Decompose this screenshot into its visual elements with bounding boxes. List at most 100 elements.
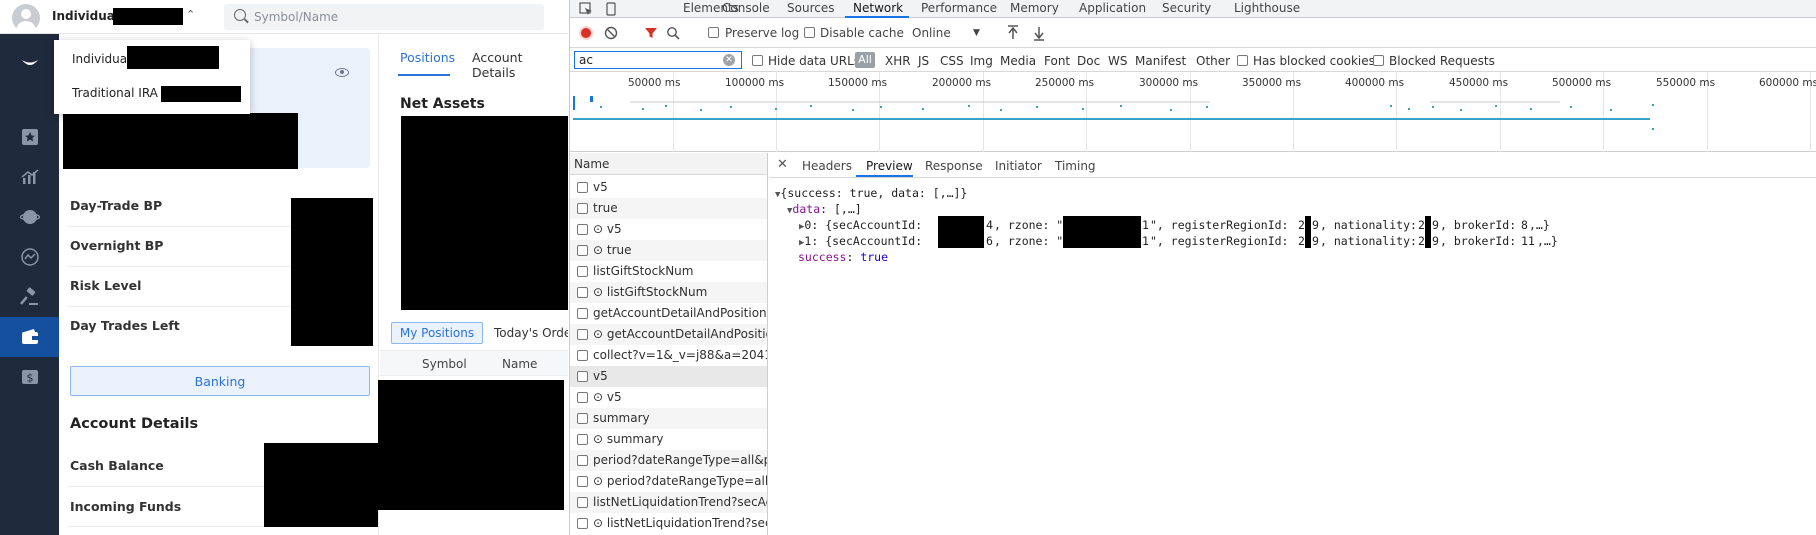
watchlist-star-icon[interactable] — [0, 117, 59, 157]
has-blocked-cookies-checkbox[interactable] — [1237, 55, 1248, 66]
request-row[interactable]: ⊙ summary — [570, 429, 767, 450]
search-input[interactable] — [254, 8, 534, 26]
request-row[interactable]: ⊙ listGiftStockNum — [570, 282, 767, 303]
preview-success-line[interactable]: success: true — [798, 250, 888, 264]
request-row[interactable]: v5 — [570, 177, 767, 198]
request-list: Name v5 true ⊙ v5 ⊙ true listGiftStockNu… — [570, 153, 768, 535]
wallet-icon[interactable] — [0, 317, 59, 357]
filter-type-js[interactable]: JS — [918, 54, 929, 68]
request-row[interactable]: listGiftStockNum — [570, 261, 767, 282]
request-row[interactable]: ⊙ v5 — [570, 219, 767, 240]
request-row[interactable]: ⊙ getAccountDetailAndPosition — [570, 324, 767, 345]
request-row[interactable]: ⊙ listNetLiquidationTrend?sec... — [570, 513, 767, 534]
preview-root: {success: true, data: [,…]} — [780, 186, 968, 200]
filter-type-ws[interactable]: WS — [1108, 54, 1127, 68]
todays-orders-tab[interactable]: Today's Orde — [494, 326, 568, 340]
json-value: true — [860, 250, 889, 264]
inspect-element-icon[interactable] — [579, 2, 593, 16]
devtools-tab-console[interactable]: Console — [722, 1, 770, 15]
banking-button[interactable]: Banking — [70, 366, 370, 396]
markets-chart-icon[interactable] — [0, 157, 59, 197]
disable-cache-checkbox[interactable] — [804, 27, 815, 38]
request-row[interactable]: ⊙ v5 — [570, 387, 767, 408]
detail-tab-timing[interactable]: Timing — [1055, 159, 1096, 173]
network-timeline-overview[interactable]: 50000 ms 100000 ms 150000 ms 200000 ms 2… — [570, 72, 1816, 152]
filter-type-font[interactable]: Font — [1044, 54, 1070, 68]
detail-tab-response[interactable]: Response — [925, 159, 983, 173]
filter-type-other[interactable]: Other — [1196, 54, 1230, 68]
account-option-traditional-ira[interactable]: Traditional IRA — [72, 86, 158, 100]
account-option-individual[interactable]: Individua — [72, 52, 127, 66]
symbol-search[interactable] — [224, 4, 544, 30]
device-toolbar-icon[interactable] — [604, 2, 618, 16]
close-icon[interactable]: ✕ — [777, 157, 788, 172]
filter-type-media[interactable]: Media — [1000, 54, 1036, 68]
devtools-tab-performance[interactable]: Performance — [921, 1, 997, 15]
devtools-tab-sources[interactable]: Sources — [787, 1, 834, 15]
import-har-icon[interactable] — [1006, 25, 1020, 41]
request-name: v5 — [593, 369, 608, 383]
request-row[interactable]: ⊙ true — [570, 240, 767, 261]
preview-data-line[interactable]: ▼data: [,…] — [787, 202, 862, 216]
detail-tab-initiator[interactable]: Initiator — [995, 159, 1042, 173]
request-row[interactable]: listNetLiquidationTrend?secAc... — [570, 492, 767, 513]
hide-data-urls-checkbox[interactable] — [752, 55, 763, 66]
globe-icon[interactable] — [0, 197, 59, 237]
tab-positions[interactable]: Positions — [400, 50, 455, 65]
request-row[interactable]: collect?v=1&_v=j88&a=20419... — [570, 345, 767, 366]
account-name[interactable]: Individual — [52, 9, 119, 23]
auction-gavel-icon[interactable] — [0, 277, 59, 317]
export-har-icon[interactable] — [1032, 25, 1046, 41]
dollar-icon[interactable]: $ — [0, 357, 59, 397]
detail-tab-preview[interactable]: Preview — [866, 159, 913, 173]
filter-type-img[interactable]: Img — [970, 54, 993, 68]
filter-type-manifest[interactable]: Manifest — [1135, 54, 1186, 68]
column-name[interactable]: Name — [502, 357, 537, 371]
positions-table-header: Symbol Name — [380, 350, 568, 376]
throttling-select[interactable]: Online — [912, 26, 951, 40]
request-row[interactable]: ⊙ period?dateRangeType=all... — [570, 471, 768, 492]
filter-icon[interactable] — [644, 26, 658, 40]
filter-input[interactable] — [574, 51, 742, 69]
chevron-up-icon[interactable]: ⌃ — [186, 8, 195, 21]
request-name: ⊙ summary — [593, 432, 664, 446]
json-key: success — [798, 250, 847, 264]
preview-item-1[interactable]: ▶1: {secAccountId: — [799, 234, 929, 248]
request-list-header[interactable]: Name — [570, 153, 767, 175]
request-row[interactable]: true — [570, 198, 767, 219]
devtools-tab-application[interactable]: Application — [1079, 1, 1146, 15]
request-name: ⊙ period?dateRangeType=all... — [593, 474, 768, 488]
devtools-tab-memory[interactable]: Memory — [1010, 1, 1059, 15]
blocked-requests-checkbox[interactable] — [1373, 55, 1384, 66]
chevron-down-icon[interactable]: ▼ — [973, 28, 980, 38]
my-positions-tab[interactable]: My Positions — [391, 322, 483, 344]
detail-tab-headers[interactable]: Headers — [802, 159, 852, 173]
trend-icon[interactable] — [0, 237, 59, 277]
request-row[interactable]: getAccountDetailAndPosition — [570, 303, 767, 324]
filter-type-css[interactable]: CSS — [940, 54, 964, 68]
devtools-tab-security[interactable]: Security — [1162, 1, 1211, 15]
request-row[interactable]: summary — [570, 408, 767, 429]
clear-filter-icon[interactable]: ✕ — [723, 54, 735, 66]
request-row[interactable]: period?dateRangeType=all&p... — [570, 450, 768, 471]
preview-root-line[interactable]: ▼{success: true, data: [,…]} — [775, 186, 967, 200]
filter-type-all[interactable]: All — [855, 52, 875, 68]
request-row-selected[interactable]: v5 — [570, 366, 767, 387]
filter-type-doc[interactable]: Doc — [1077, 54, 1100, 68]
redacted-account-number — [113, 8, 183, 25]
column-symbol[interactable]: Symbol — [422, 357, 467, 371]
devtools-tab-lighthouse[interactable]: Lighthouse — [1234, 1, 1300, 15]
record-icon[interactable] — [579, 26, 593, 40]
devtools-tab-network[interactable]: Network — [853, 1, 903, 15]
preview-item-0[interactable]: ▶0: {secAccountId: — [799, 218, 929, 232]
request-name: period?dateRangeType=all&p... — [593, 453, 768, 467]
search-icon[interactable] — [666, 26, 680, 40]
clear-icon[interactable] — [604, 26, 618, 40]
request-name: summary — [593, 411, 650, 425]
eye-icon[interactable] — [335, 68, 349, 77]
avatar[interactable] — [12, 4, 40, 32]
filter-type-xhr[interactable]: XHR — [885, 54, 911, 68]
preserve-log-checkbox[interactable] — [708, 27, 719, 38]
tab-account-details[interactable]: Account Details — [472, 50, 568, 80]
logo-icon[interactable] — [0, 42, 59, 82]
